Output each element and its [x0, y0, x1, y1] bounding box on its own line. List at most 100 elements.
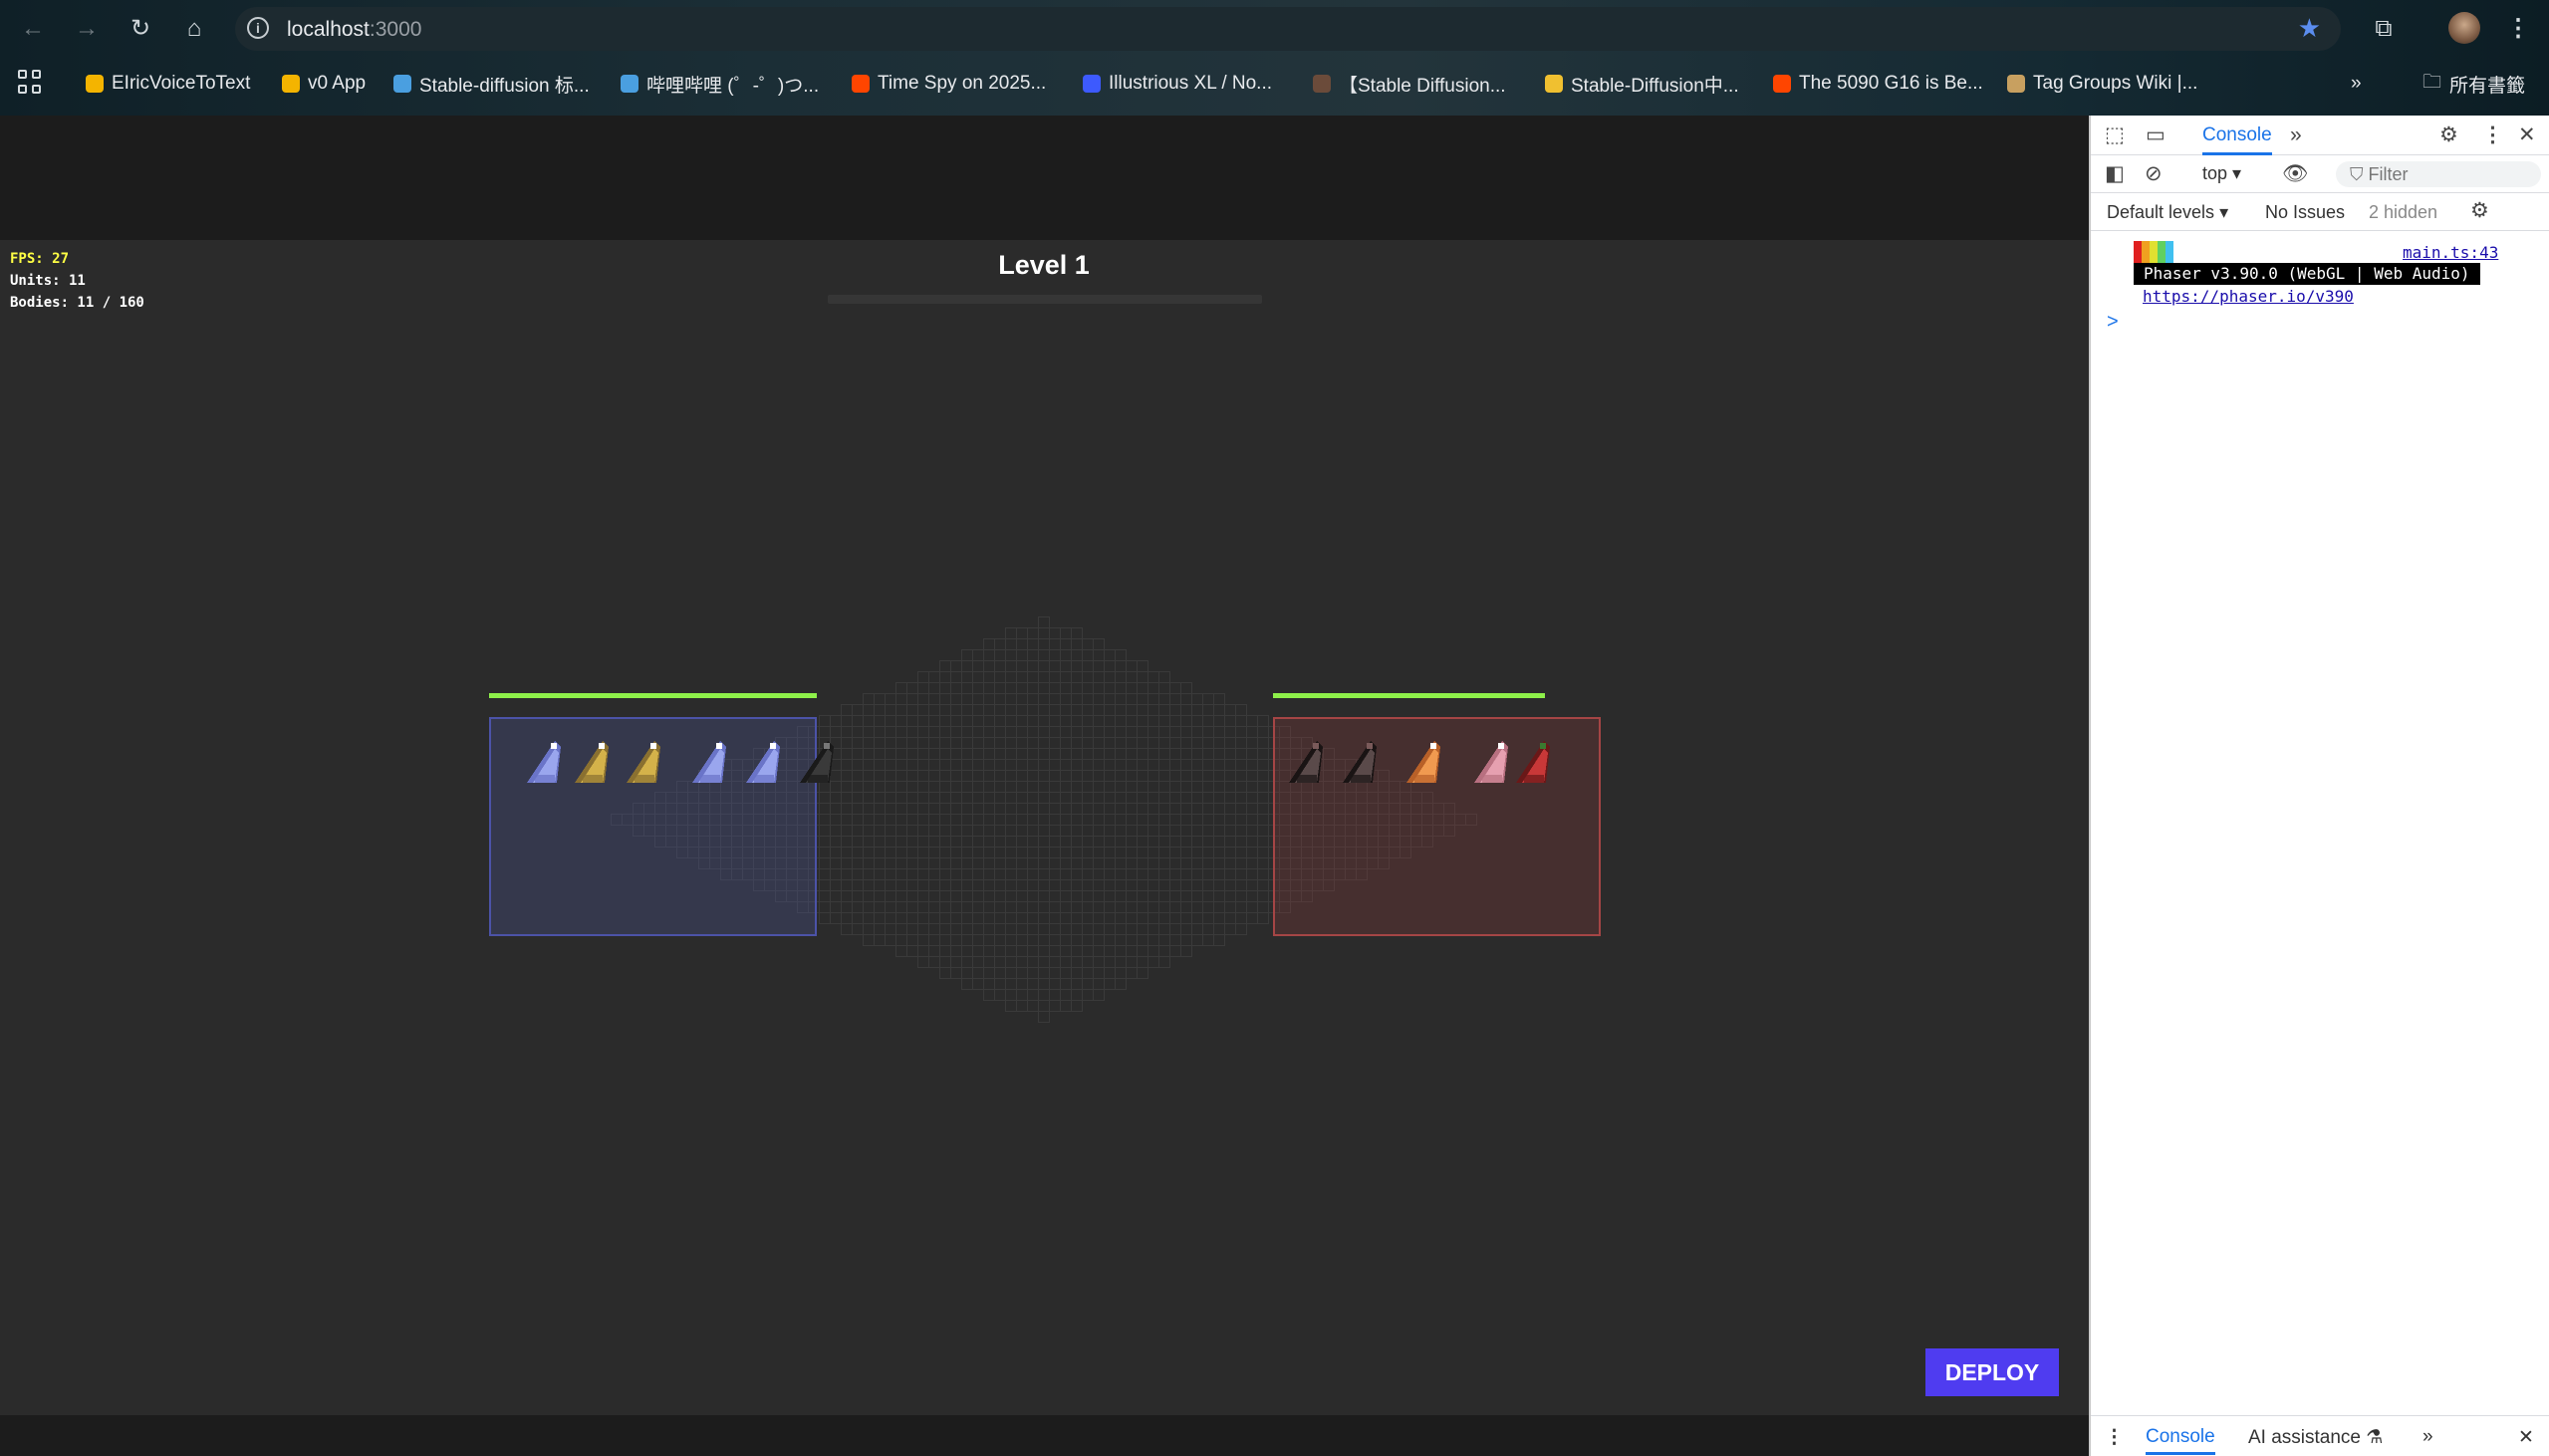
console-filter-input[interactable]: ⛉ Filter — [2336, 161, 2541, 187]
bookmark-item[interactable]: Stable-Diffusion中... — [1545, 70, 1739, 98]
live-expression-eye-icon[interactable]: 👁 — [2282, 154, 2309, 194]
devtools-menu-icon[interactable]: ⋮ — [2482, 116, 2503, 155]
all-bookmarks-button[interactable]: 🗀 所有書籤 — [2422, 70, 2525, 98]
grid-cell — [1191, 868, 1203, 880]
phaser-link[interactable]: https://phaser.io/v390 — [2143, 287, 2354, 306]
drawer-menu-icon[interactable]: ⋮ — [2105, 1426, 2124, 1449]
grid-cell — [863, 923, 875, 935]
enemy-unit[interactable] — [1401, 731, 1446, 787]
grid-cell — [1038, 1011, 1050, 1023]
address-bar[interactable]: i localhost:3000 ★ — [235, 7, 2341, 51]
drawer-tab-console[interactable]: Console — [2146, 1426, 2215, 1455]
log-source-link[interactable]: main.ts:43 — [2403, 243, 2498, 262]
grid-cell — [1049, 682, 1061, 694]
bookmarks-overflow-icon[interactable]: » — [2351, 70, 2362, 98]
grid-cell — [961, 923, 973, 935]
grid-cell — [1005, 627, 1017, 639]
player-unit[interactable] — [521, 731, 567, 787]
player-unit[interactable] — [621, 731, 666, 787]
drawer-tab-ai-assistance[interactable]: AI assistance ⚗ — [2248, 1426, 2383, 1449]
grid-cell — [885, 923, 896, 935]
deploy-button[interactable]: DEPLOY — [1925, 1348, 2059, 1396]
grid-cell — [1180, 803, 1192, 815]
inspect-element-icon[interactable]: ⬚ — [2105, 116, 2125, 155]
bookmark-item[interactable]: EIricVoiceToText — [86, 70, 250, 98]
grid-cell — [983, 879, 995, 891]
bookmark-item[interactable]: 【Stable Diffusion... — [1313, 70, 1506, 98]
drawer-more-icon[interactable]: » — [2422, 1426, 2433, 1448]
tab-console[interactable]: Console — [2202, 116, 2272, 155]
console-settings-icon[interactable]: ⚙ — [2470, 191, 2489, 231]
extensions-icon[interactable]: ⧉ — [2367, 10, 2401, 48]
log-levels-dropdown[interactable]: Default levels ▾ — [2107, 202, 2228, 223]
context-selector[interactable]: top ▾ — [2202, 163, 2241, 184]
grid-cell — [939, 967, 951, 979]
player-unit[interactable] — [569, 731, 615, 787]
grid-cell — [1257, 879, 1269, 891]
grid-cell — [1005, 879, 1017, 891]
grid-cell — [895, 704, 907, 716]
player-unit[interactable] — [740, 731, 786, 787]
enemy-unit[interactable] — [1468, 731, 1514, 787]
grid-cell — [1224, 726, 1236, 738]
bookmark-item[interactable]: Time Spy on 2025... — [852, 70, 1046, 98]
bookmark-label: 【Stable Diffusion... — [1339, 75, 1506, 97]
enemy-unit[interactable] — [1283, 731, 1329, 787]
grid-cell — [972, 726, 984, 738]
grid-cell — [1180, 781, 1192, 793]
player-unit[interactable] — [794, 731, 840, 787]
clear-console-icon[interactable]: ⊘ — [2145, 154, 2163, 194]
grid-cell — [1082, 836, 1094, 848]
grid-cell — [950, 956, 962, 968]
bookmark-item[interactable]: The 5090 G16 is Be... — [1773, 70, 1983, 98]
console-prompt[interactable]: > — [2107, 311, 2119, 334]
grid-cell — [1016, 901, 1028, 913]
grid-cell — [1137, 814, 1148, 826]
grid-cell — [1060, 857, 1072, 869]
grid-cell — [1180, 847, 1192, 858]
more-tabs-icon[interactable]: » — [2290, 116, 2302, 155]
reload-icon[interactable]: ↻ — [124, 12, 157, 46]
enemy-unit[interactable] — [1337, 731, 1383, 787]
grid-cell — [906, 748, 918, 760]
grid-cell — [1060, 737, 1072, 749]
address-url[interactable]: localhost:3000 — [287, 18, 421, 42]
player-deploy-zone[interactable] — [489, 717, 834, 936]
game-canvas[interactable]: FPS: 27 Units: 11 Bodies: 11 / 160 Level… — [0, 240, 2089, 1415]
grid-cell — [1027, 934, 1039, 946]
grid-cell — [1093, 814, 1105, 826]
profile-avatar[interactable] — [2448, 12, 2480, 44]
grid-cell — [1093, 978, 1105, 990]
settings-gear-icon[interactable]: ⚙ — [2439, 116, 2458, 155]
grid-cell — [874, 847, 886, 858]
bookmark-item[interactable]: v0 App — [282, 70, 366, 98]
grid-cell — [1060, 945, 1072, 957]
forward-icon[interactable]: → — [70, 12, 104, 46]
grid-cell — [1082, 781, 1094, 793]
grid-cell — [917, 847, 929, 858]
grid-cell — [1016, 759, 1028, 771]
issues-counter[interactable]: No Issues — [2265, 202, 2345, 223]
site-info-icon[interactable]: i — [247, 17, 269, 39]
grid-cell — [852, 890, 864, 902]
player-unit[interactable] — [686, 731, 732, 787]
grid-cell — [1071, 671, 1083, 683]
close-drawer-icon[interactable]: ✕ — [2518, 1426, 2534, 1449]
bookmark-item[interactable]: Tag Groups Wiki |... — [2007, 70, 2197, 98]
close-devtools-icon[interactable]: ✕ — [2518, 116, 2536, 155]
bookmark-star-icon[interactable]: ★ — [2298, 13, 2321, 44]
bookmark-item[interactable]: Illustrious XL / No... — [1083, 70, 1272, 98]
browser-menu-icon[interactable]: ⋮ — [2506, 10, 2530, 48]
grid-cell — [1049, 638, 1061, 650]
device-toolbar-icon[interactable]: ▭ — [2146, 116, 2166, 155]
grid-cell — [1060, 693, 1072, 705]
bookmark-item[interactable]: Stable-diffusion 标... — [393, 70, 590, 98]
sidebar-toggle-icon[interactable]: ◧ — [2105, 154, 2125, 194]
back-icon[interactable]: ← — [16, 12, 50, 46]
bookmark-item[interactable]: 哔哩哔哩 (゜-゜)つ... — [621, 70, 819, 98]
grid-cell — [1027, 726, 1039, 738]
grid-cell — [1005, 770, 1017, 782]
enemy-unit[interactable] — [1510, 731, 1556, 787]
grid-cell — [1169, 912, 1181, 924]
home-icon[interactable]: ⌂ — [177, 12, 211, 46]
